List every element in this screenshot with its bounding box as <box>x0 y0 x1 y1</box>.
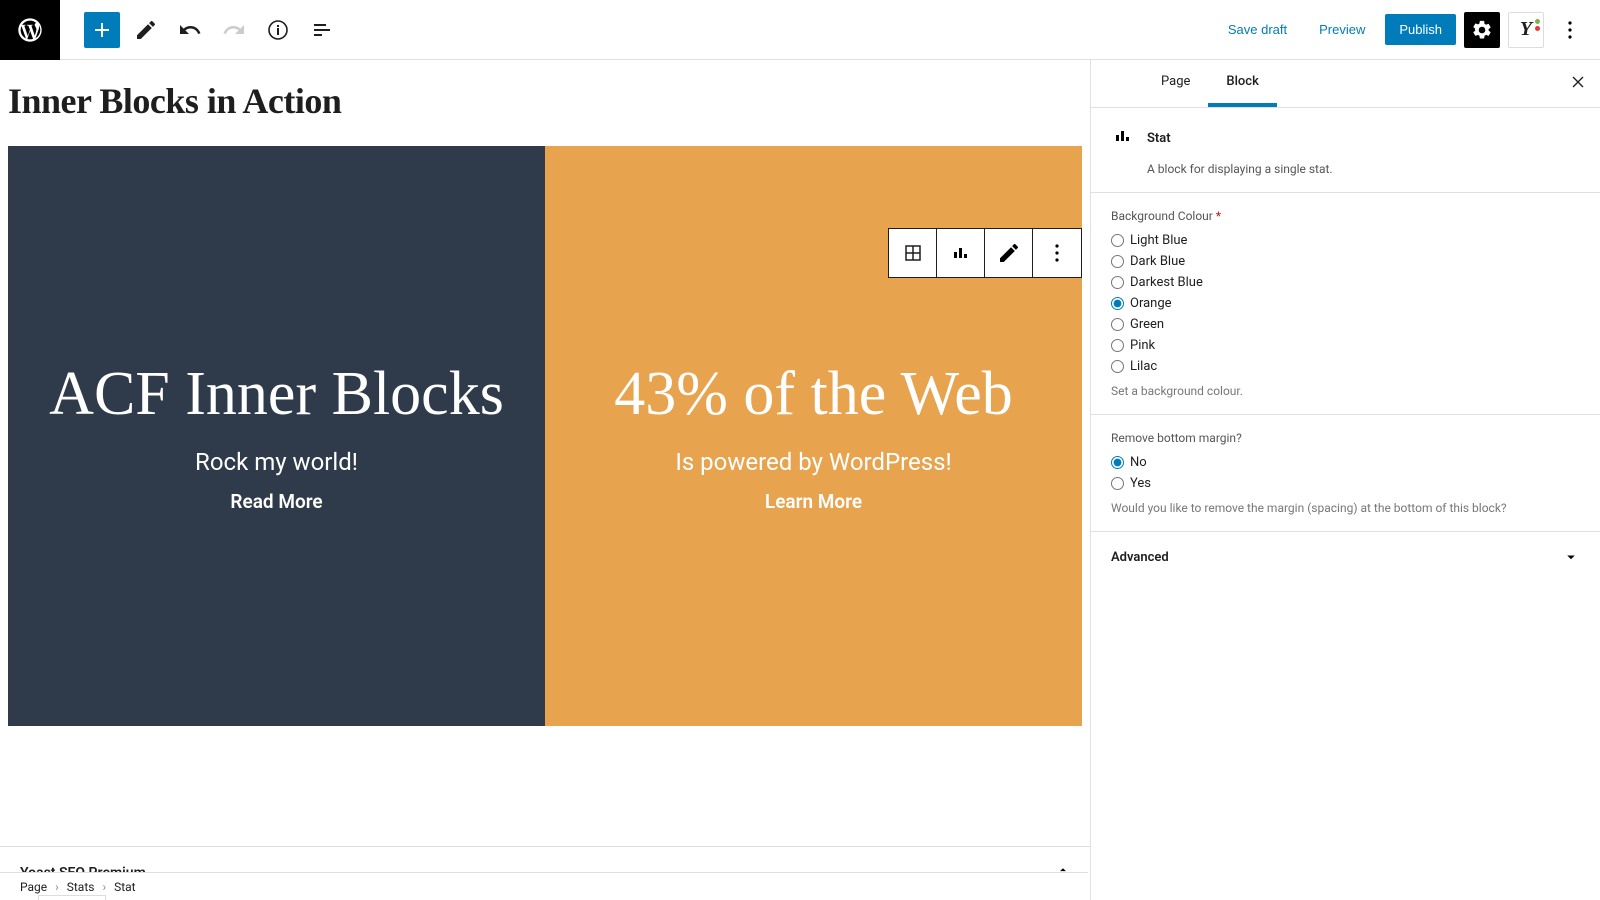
editor-canvas: Inner Blocks in Action ACF Inner Blocks … <box>0 60 1090 900</box>
more-vertical-icon <box>1558 18 1582 42</box>
stat-block-left[interactable]: ACF Inner Blocks Rock my world! Read Mor… <box>8 146 545 726</box>
stat-subtext: Is powered by WordPress! <box>675 448 951 476</box>
radio-label: Green <box>1130 317 1164 332</box>
close-sidebar-button[interactable] <box>1568 72 1588 97</box>
stat-subtext: Rock my world! <box>195 448 358 476</box>
block-toolbar <box>888 228 1082 278</box>
settings-sidebar: Page Block Stat A block for displaying a… <box>1090 60 1600 900</box>
radio-option[interactable]: Yes <box>1111 476 1580 491</box>
info-button[interactable] <box>260 12 296 48</box>
radio-label: Dark Blue <box>1130 254 1185 269</box>
page-title[interactable]: Inner Blocks in Action <box>8 80 1082 122</box>
remove-margin-options: No Yes <box>1111 455 1580 491</box>
save-draft-button[interactable]: Save draft <box>1216 14 1299 45</box>
grid-icon <box>901 241 925 265</box>
undo-icon <box>178 18 202 42</box>
radio-option[interactable]: Orange <box>1111 296 1580 311</box>
block-header: Stat A block for displaying a single sta… <box>1091 108 1600 193</box>
stat-block-icon <box>1111 124 1135 152</box>
radio-option[interactable]: Light Blue <box>1111 233 1580 248</box>
advanced-panel-toggle[interactable]: Advanced <box>1091 532 1600 582</box>
block-name: Stat <box>1147 131 1171 146</box>
more-vertical-icon <box>1045 241 1069 265</box>
redo-button[interactable] <box>216 12 252 48</box>
bg-colour-help: Set a background colour. <box>1111 384 1580 398</box>
stat-link[interactable]: Learn More <box>765 490 862 513</box>
radio-label: Light Blue <box>1130 233 1187 248</box>
yoast-icon: Y <box>1520 18 1532 41</box>
breadcrumb-item[interactable]: Page <box>20 880 47 894</box>
radio-label: Darkest Blue <box>1130 275 1203 290</box>
radio-option[interactable]: Green <box>1111 317 1580 332</box>
remove-margin-help: Would you like to remove the margin (spa… <box>1111 501 1580 515</box>
yoast-button[interactable]: Y <box>1508 12 1544 48</box>
add-block-button[interactable] <box>84 12 120 48</box>
chevron-right-icon: › <box>102 880 106 894</box>
settings-button[interactable] <box>1464 12 1500 48</box>
chevron-down-icon <box>1562 548 1580 566</box>
pencil-icon <box>134 18 158 42</box>
block-type-button[interactable] <box>937 229 985 277</box>
radio-option[interactable]: Dark Blue <box>1111 254 1580 269</box>
radio-label: Pink <box>1130 338 1155 353</box>
preview-button[interactable]: Preview <box>1307 14 1377 45</box>
block-breadcrumb: Page › Stats › Stat <box>0 872 1088 900</box>
stat-link[interactable]: Read More <box>230 490 322 513</box>
stat-heading: 43% of the Web <box>614 359 1013 430</box>
radio-label: Lilac <box>1130 359 1157 374</box>
remove-margin-label: Remove bottom margin? <box>1111 431 1580 445</box>
tab-page[interactable]: Page <box>1143 60 1208 107</box>
bg-colour-label: Background Colour * <box>1111 209 1580 223</box>
pencil-icon <box>997 241 1021 265</box>
breadcrumb-item[interactable]: Stat <box>114 880 136 894</box>
radio-label: No <box>1130 455 1147 470</box>
block-description: A block for displaying a single stat. <box>1147 162 1580 176</box>
radio-option[interactable]: Pink <box>1111 338 1580 353</box>
edit-block-button[interactable] <box>985 229 1033 277</box>
stat-heading: ACF Inner Blocks <box>49 359 504 430</box>
redo-icon <box>222 18 246 42</box>
editor-toolbar: Save draft Preview Publish Y <box>0 0 1600 60</box>
undo-button[interactable] <box>172 12 208 48</box>
radio-label: Yes <box>1130 476 1151 491</box>
sidebar-tabs: Page Block <box>1091 60 1600 108</box>
toolbar-right: Save draft Preview Publish Y <box>1216 12 1600 48</box>
bg-colour-options: Light Blue Dark Blue Darkest Blue Orange Gre… <box>1111 233 1580 374</box>
select-parent-button[interactable] <box>889 229 937 277</box>
plus-icon <box>90 18 114 42</box>
advanced-label: Advanced <box>1111 550 1169 565</box>
outline-button[interactable] <box>304 12 340 48</box>
yoast-tab-seo[interactable]: SEO <box>38 895 106 900</box>
chevron-right-icon: › <box>55 880 59 894</box>
bg-colour-section: Background Colour * Light Blue Dark Blue D… <box>1091 193 1600 415</box>
remove-margin-section: Remove bottom margin? No Yes Would you li… <box>1091 415 1600 532</box>
close-icon <box>1568 72 1588 92</box>
tab-block[interactable]: Block <box>1208 60 1276 107</box>
wordpress-logo[interactable] <box>0 0 60 60</box>
block-more-button[interactable] <box>1033 229 1081 277</box>
yoast-status-dots <box>1535 19 1540 31</box>
radio-option[interactable]: Lilac <box>1111 359 1580 374</box>
radio-option[interactable]: No <box>1111 455 1580 470</box>
main-layout: Inner Blocks in Action ACF Inner Blocks … <box>0 60 1600 900</box>
gear-icon <box>1471 19 1493 41</box>
info-icon <box>266 18 290 42</box>
toolbar-left <box>0 0 340 59</box>
more-menu-button[interactable] <box>1552 12 1588 48</box>
list-icon <box>310 18 334 42</box>
radio-label: Orange <box>1130 296 1172 311</box>
breadcrumb-item[interactable]: Stats <box>67 880 95 894</box>
publish-button[interactable]: Publish <box>1385 14 1456 45</box>
stat-icon <box>949 241 973 265</box>
edit-mode-button[interactable] <box>128 12 164 48</box>
radio-option[interactable]: Darkest Blue <box>1111 275 1580 290</box>
